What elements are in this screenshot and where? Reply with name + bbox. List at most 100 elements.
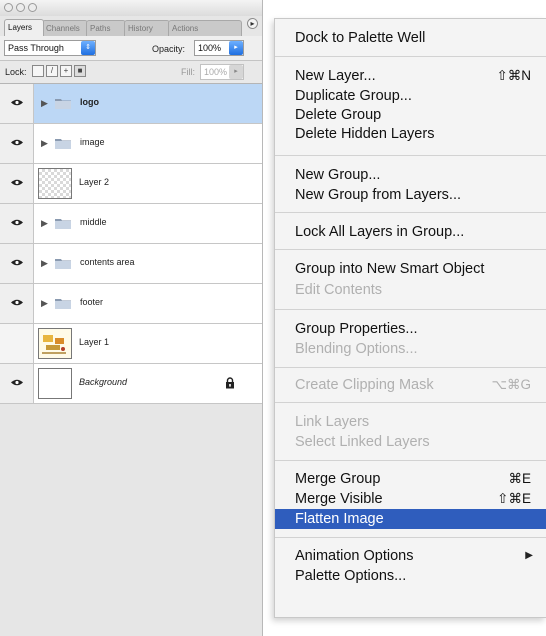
layer-row[interactable]: ▶ middle — [0, 204, 262, 244]
menu-item-label: Delete Hidden Layers — [295, 126, 435, 142]
layer-thumbnail — [38, 168, 72, 199]
minimize-icon[interactable] — [16, 3, 25, 12]
menu-item-label: New Group... — [295, 167, 381, 183]
opacity-value: 100% — [198, 43, 222, 53]
visibility-toggle[interactable] — [0, 164, 34, 203]
menu-item-lock-all-layers[interactable]: Lock All Layers in Group... — [275, 222, 546, 242]
zoom-icon[interactable] — [28, 3, 37, 12]
layer-row[interactable]: ▶ footer — [0, 284, 262, 324]
menu-item-dock-to-palette-well[interactable]: Dock to Palette Well — [275, 28, 546, 48]
visibility-toggle[interactable] — [0, 364, 34, 403]
lock-transparency-icon[interactable] — [32, 65, 44, 77]
menu-separator — [275, 537, 546, 538]
menu-item-label: Palette Options... — [295, 568, 407, 584]
eye-icon — [11, 259, 23, 266]
menu-item-merge-group[interactable]: Merge Group ⌘E — [275, 469, 546, 489]
menu-item-label: Duplicate Group... — [295, 88, 412, 104]
opacity-label: Opacity: — [152, 44, 186, 54]
menu-item-label: Group Properties... — [295, 321, 418, 337]
fill-field[interactable]: 100% ▸ — [200, 64, 244, 80]
menu-separator — [275, 212, 546, 213]
expand-arrow-icon[interactable]: ▶ — [41, 258, 48, 269]
layer-row[interactable]: ▶ contents area — [0, 244, 262, 284]
expand-arrow-icon[interactable]: ▶ — [41, 298, 48, 309]
submenu-arrow-icon: ▶ — [525, 550, 533, 561]
layer-name: contents area — [80, 257, 135, 267]
expand-arrow-icon[interactable]: ▶ — [41, 98, 48, 109]
tab-actions[interactable]: Actions — [168, 20, 242, 36]
layer-row[interactable]: Layer 2 — [0, 164, 262, 204]
menu-item-delete-group[interactable]: Delete Group — [275, 105, 546, 125]
visibility-toggle[interactable] — [0, 284, 34, 323]
expand-arrow-icon[interactable]: ▶ — [41, 218, 48, 229]
lock-icon — [226, 377, 234, 389]
menu-separator — [275, 460, 546, 461]
blend-mode-value: Pass Through — [8, 43, 64, 53]
menu-item-palette-options[interactable]: Palette Options... — [275, 566, 546, 586]
visibility-toggle[interactable] — [0, 84, 34, 123]
layer-row[interactable]: ▶ logo — [0, 84, 262, 124]
layers-palette: Layers Channels Paths History Actions ▸ … — [0, 0, 263, 636]
menu-item-animation-options[interactable]: Animation Options ▶ — [275, 546, 546, 566]
menu-item-duplicate-group[interactable]: Duplicate Group... — [275, 86, 546, 106]
menu-item-label: Create Clipping Mask — [295, 377, 434, 393]
layer-name: Layer 1 — [79, 337, 110, 347]
layer-name: Background — [79, 377, 128, 387]
layer-row[interactable]: Background — [0, 364, 262, 404]
menu-item-create-clipping-mask: Create Clipping Mask ⌥⌘G — [275, 375, 546, 395]
menu-item-label: Animation Options — [295, 548, 414, 564]
menu-item-label: Merge Group — [295, 471, 381, 487]
lock-image-icon[interactable]: / — [46, 65, 58, 77]
blend-options-row: Pass Through ⇕ Opacity: 100% ▸ — [0, 36, 262, 61]
eye-icon — [11, 299, 23, 306]
palette-menu-button[interactable]: ▸ — [247, 18, 258, 29]
blend-mode-select[interactable]: Pass Through ⇕ — [4, 40, 96, 56]
lock-all-icon[interactable]: ■ — [74, 65, 86, 77]
visibility-toggle[interactable] — [0, 244, 34, 283]
menu-shortcut: ⌥⌘G — [491, 377, 531, 392]
menu-item-flatten-image[interactable]: Flatten Image — [275, 509, 546, 529]
menu-item-group-properties[interactable]: Group Properties... — [275, 319, 546, 339]
visibility-toggle[interactable] — [0, 204, 34, 243]
tab-layers[interactable]: Layers — [4, 19, 44, 36]
menu-item-new-layer[interactable]: New Layer... ⇧⌘N — [275, 66, 546, 86]
expand-arrow-icon[interactable]: ▶ — [41, 138, 48, 149]
menu-item-label: Edit Contents — [295, 282, 383, 298]
menu-shortcut: ⌘E — [508, 471, 531, 486]
tab-history[interactable]: History — [124, 20, 170, 36]
menu-separator — [275, 367, 546, 368]
menu-item-label: New Group from Layers... — [295, 187, 461, 203]
tab-channels[interactable]: Channels — [42, 20, 88, 36]
menu-shortcut: ⇧⌘N — [496, 68, 531, 83]
menu-separator — [275, 56, 546, 57]
fill-label: Fill: — [181, 67, 195, 77]
menu-item-label: Lock All Layers in Group... — [295, 224, 465, 240]
menu-item-delete-hidden-layers[interactable]: Delete Hidden Layers — [275, 124, 546, 144]
eye-icon — [11, 99, 23, 106]
lock-label: Lock: — [5, 67, 27, 77]
layer-name: image — [80, 137, 105, 147]
menu-item-new-group-from-layers[interactable]: New Group from Layers... — [275, 185, 546, 205]
menu-item-select-linked-layers: Select Linked Layers — [275, 432, 546, 452]
tab-paths[interactable]: Paths — [86, 20, 126, 36]
opacity-arrow-icon[interactable]: ▸ — [229, 41, 243, 55]
layer-name: middle — [80, 217, 107, 227]
layer-row[interactable]: ▶ image — [0, 124, 262, 164]
visibility-toggle[interactable] — [0, 324, 34, 363]
menu-item-group-into-smart-object[interactable]: Group into New Smart Object — [275, 259, 546, 279]
close-icon[interactable] — [4, 3, 13, 12]
visibility-toggle[interactable] — [0, 124, 34, 163]
select-stepper-icon: ⇕ — [81, 41, 95, 55]
palette-titlebar — [0, 0, 262, 16]
eye-icon — [11, 139, 23, 146]
menu-shortcut: ⇧⌘E — [497, 491, 531, 506]
menu-separator — [275, 249, 546, 250]
opacity-field[interactable]: 100% ▸ — [194, 40, 244, 56]
layer-row[interactable]: Layer 1 — [0, 324, 262, 364]
menu-item-new-group[interactable]: New Group... — [275, 165, 546, 185]
menu-item-label: Select Linked Layers — [295, 434, 430, 450]
fill-arrow-icon[interactable]: ▸ — [229, 65, 243, 79]
fill-value: 100% — [204, 67, 228, 77]
lock-position-icon[interactable]: + — [60, 65, 72, 77]
menu-item-merge-visible[interactable]: Merge Visible ⇧⌘E — [275, 489, 546, 509]
